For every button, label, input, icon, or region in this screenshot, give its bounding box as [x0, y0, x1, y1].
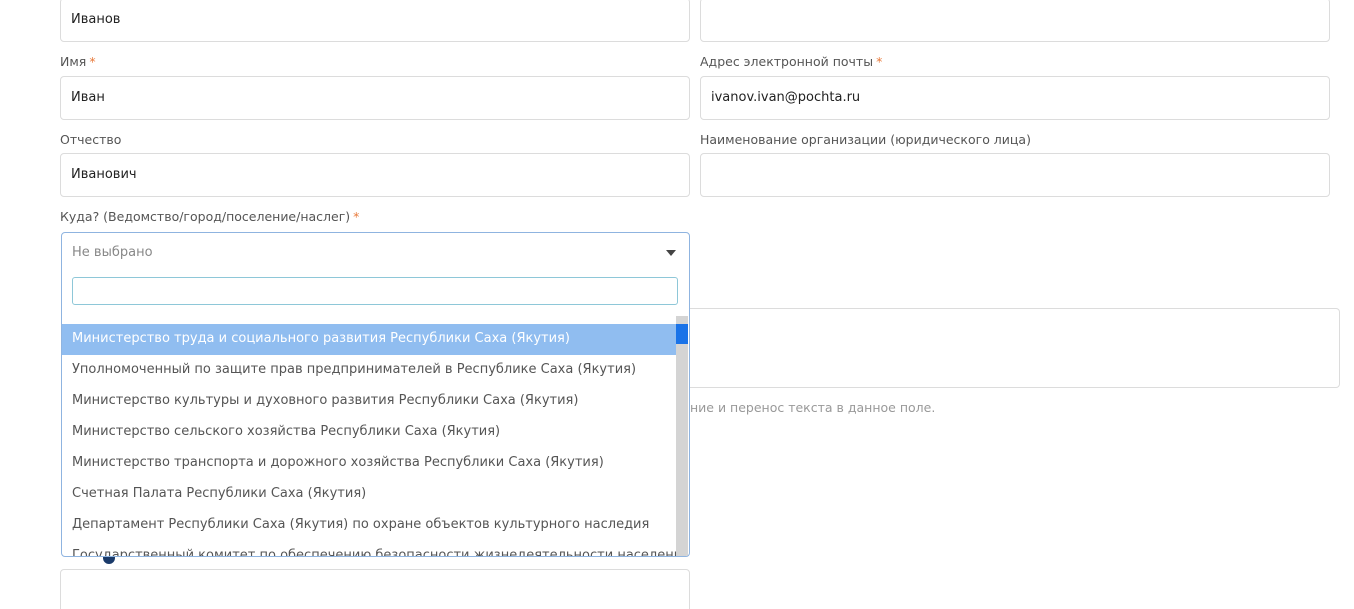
recipient-options-list: Министерство труда и социального развити… [62, 324, 676, 556]
recipient-option[interactable]: Уполномоченный по защите прав предприним… [62, 355, 676, 386]
caret-down-icon[interactable] [666, 250, 676, 256]
options-scrollbar[interactable] [676, 316, 688, 556]
patronymic-input[interactable]: Иванович [60, 153, 690, 197]
organization-input[interactable] [700, 153, 1330, 197]
recipient-option[interactable]: Департамент Республики Саха (Якутия) по … [62, 510, 676, 541]
recipient-option[interactable]: Министерство культуры и духовного развит… [62, 386, 676, 417]
recipient-option[interactable]: Счетная Палата Республики Саха (Якутия) [62, 479, 676, 510]
recipient-search-input[interactable] [72, 277, 678, 305]
recipient-select[interactable]: Не выбрано Министерство труда и социальн… [61, 232, 690, 557]
message-textarea[interactable] [690, 308, 1340, 388]
phone-input[interactable] [700, 0, 1330, 42]
recipient-option[interactable]: Министерство транспорта и дорожного хозя… [62, 448, 676, 479]
bottom-input[interactable] [60, 569, 690, 609]
appeal-form-page: Иванов Имя * Иван Адрес электронной почты… [0, 0, 1354, 609]
recipient-select-value[interactable]: Не выбрано [62, 233, 689, 273]
recipient-option[interactable]: Государственный комитет по обеспечению б… [62, 541, 676, 556]
email-label: Адрес электронной почты * [700, 54, 883, 69]
patronymic-label: Отчество [60, 132, 122, 147]
first-name-label: Имя * [60, 54, 96, 69]
organization-label: Наименование организации (юридического л… [700, 132, 1031, 147]
message-hint: ние и перенос текста в данное поле. [690, 400, 936, 415]
recipient-label: Куда? (Ведомство/город/поселение/наслег)… [60, 209, 360, 224]
recipient-option[interactable]: Министерство сельского хозяйства Республ… [62, 417, 676, 448]
recipient-option[interactable]: Министерство труда и социального развити… [62, 324, 676, 355]
last-name-input[interactable]: Иванов [60, 0, 690, 42]
email-input[interactable]: ivanov.ivan@pochta.ru [700, 76, 1330, 120]
options-scroll-thumb[interactable] [676, 324, 688, 344]
first-name-input[interactable]: Иван [60, 76, 690, 120]
